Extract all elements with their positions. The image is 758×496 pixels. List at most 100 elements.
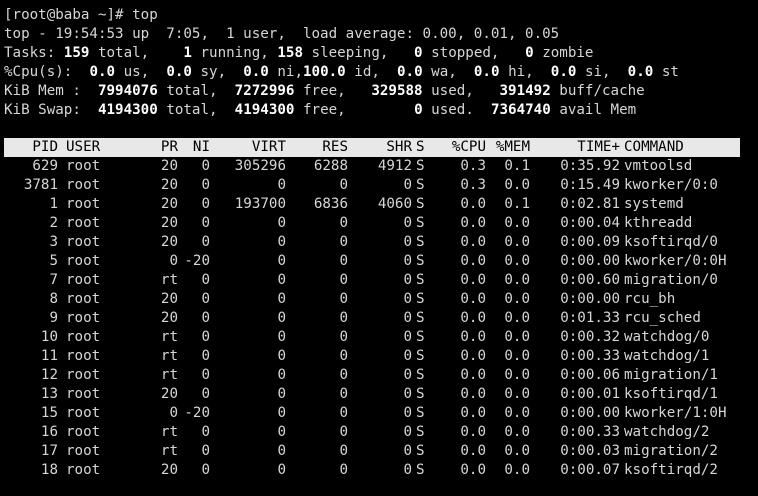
cell-pid: 16 bbox=[40, 424, 58, 440]
cell-time: 0:01.33 bbox=[560, 310, 620, 326]
mem-line: KiB Mem : 7994076 total, 7272996 free, 3… bbox=[4, 83, 645, 99]
cell-cpu: 0.0 bbox=[460, 196, 486, 212]
header-s: S bbox=[416, 139, 425, 155]
process-row: 8 root 20 0 0 0 0 S 0.0 0.0 0:00.00 rcu_bh bbox=[4, 290, 740, 309]
cell-res: 0 bbox=[339, 329, 348, 345]
cell-pid: 18 bbox=[40, 462, 58, 478]
cell-shr: 0 bbox=[403, 405, 412, 421]
header-ni: NI bbox=[192, 139, 210, 155]
uptime-line: top - 19:54:53 up 7:05, 1 user, load ave… bbox=[4, 26, 560, 42]
cell-virt: 0 bbox=[277, 177, 286, 193]
cell-time: 0:15.49 bbox=[560, 177, 620, 193]
cell-res: 6288 bbox=[313, 158, 348, 174]
cell-res: 0 bbox=[339, 405, 348, 421]
cell-virt: 0 bbox=[277, 215, 286, 231]
cell-res: 0 bbox=[339, 424, 348, 440]
cell-pid: 629 bbox=[32, 158, 58, 174]
cell-res: 0 bbox=[339, 348, 348, 364]
cell-pid: 5 bbox=[49, 253, 58, 269]
cell-ni: 0 bbox=[201, 291, 210, 307]
cell-pr: 20 bbox=[160, 158, 178, 174]
cell-user: root bbox=[66, 196, 101, 212]
cell-ni: 0 bbox=[201, 424, 210, 440]
cell-time: 0:00.00 bbox=[560, 291, 620, 307]
cell-s: S bbox=[416, 177, 425, 193]
tasks-line: Tasks: 159 total, 1 running, 158 sleepin… bbox=[4, 45, 594, 61]
cell-s: S bbox=[416, 196, 425, 212]
cell-time: 0:00.09 bbox=[560, 234, 620, 250]
cell-command: systemd bbox=[624, 196, 684, 212]
cell-command: ksoftirqd/0 bbox=[624, 234, 718, 250]
cell-res: 0 bbox=[339, 386, 348, 402]
cell-pr: rt bbox=[160, 367, 178, 383]
header-cpu: %CPU bbox=[451, 139, 486, 155]
cell-time: 0:00.33 bbox=[560, 348, 620, 364]
process-row: 3781 root 20 0 0 0 0 S 0.3 0.0 0:15.49 kworker/0:0 bbox=[4, 176, 740, 195]
cell-pid: 9 bbox=[49, 310, 58, 326]
cell-shr: 0 bbox=[403, 386, 412, 402]
process-row: 15 root 0 -20 0 0 0 S 0.0 0.0 0:00.00 kworker/1:0H bbox=[4, 404, 740, 423]
cell-mem: 0.1 bbox=[504, 158, 530, 174]
cell-res: 0 bbox=[339, 234, 348, 250]
cell-res: 6836 bbox=[313, 196, 348, 212]
cell-mem: 0.0 bbox=[504, 215, 530, 231]
shell-prompt: [root@baba ~]# top bbox=[4, 7, 158, 23]
cell-s: S bbox=[416, 462, 425, 478]
cell-cpu: 0.0 bbox=[460, 443, 486, 459]
cell-virt: 0 bbox=[277, 329, 286, 345]
cell-cpu: 0.0 bbox=[460, 215, 486, 231]
cell-command: watchdog/0 bbox=[624, 329, 710, 345]
cell-user: root bbox=[66, 348, 101, 364]
cell-user: root bbox=[66, 462, 101, 478]
cell-s: S bbox=[416, 158, 425, 174]
cell-virt: 0 bbox=[277, 367, 286, 383]
cell-cpu: 0.0 bbox=[460, 329, 486, 345]
cell-ni: -20 bbox=[184, 253, 210, 269]
cell-pr: 20 bbox=[160, 177, 178, 193]
cell-shr: 4060 bbox=[377, 196, 412, 212]
cell-time: 0:00.00 bbox=[560, 405, 620, 421]
cell-user: root bbox=[66, 291, 101, 307]
cell-res: 0 bbox=[339, 272, 348, 288]
process-row: 3 root 20 0 0 0 0 S 0.0 0.0 0:00.09 ksoftirqd/0 bbox=[4, 233, 740, 252]
cell-shr: 0 bbox=[403, 367, 412, 383]
cell-pr: 20 bbox=[160, 234, 178, 250]
cell-virt: 0 bbox=[277, 291, 286, 307]
cell-ni: 0 bbox=[201, 348, 210, 364]
cell-pr: 0 bbox=[169, 405, 178, 421]
process-table-header[interactable]: PID USER PR NI VIRT RES SHR S %CPU %MEM … bbox=[4, 138, 740, 157]
cell-command: watchdog/1 bbox=[624, 348, 710, 364]
terminal-window[interactable]: [root@baba ~]# top top - 19:54:53 up 7:0… bbox=[0, 0, 758, 496]
cell-command: kworker/1:0H bbox=[624, 405, 727, 421]
cell-shr: 0 bbox=[403, 253, 412, 269]
cell-virt: 0 bbox=[277, 253, 286, 269]
cell-ni: 0 bbox=[201, 177, 210, 193]
cell-pr: 20 bbox=[160, 310, 178, 326]
cell-pr: rt bbox=[160, 329, 178, 345]
process-row: 2 root 20 0 0 0 0 S 0.0 0.0 0:00.04 kthreadd bbox=[4, 214, 740, 233]
cell-command: watchdog/2 bbox=[624, 424, 710, 440]
cell-pr: rt bbox=[160, 272, 178, 288]
cell-s: S bbox=[416, 291, 425, 307]
cell-command: rcu_bh bbox=[624, 291, 676, 307]
cell-pr: 20 bbox=[160, 462, 178, 478]
cell-cpu: 0.0 bbox=[460, 291, 486, 307]
cell-mem: 0.0 bbox=[504, 272, 530, 288]
cell-pr: 20 bbox=[160, 215, 178, 231]
cell-command: migration/2 bbox=[624, 443, 718, 459]
cell-mem: 0.0 bbox=[504, 329, 530, 345]
cell-s: S bbox=[416, 310, 425, 326]
cell-user: root bbox=[66, 234, 101, 250]
cell-command: rcu_sched bbox=[624, 310, 701, 326]
cell-shr: 4912 bbox=[377, 158, 412, 174]
cell-time: 0:00.01 bbox=[560, 386, 620, 402]
cell-ni: 0 bbox=[201, 196, 210, 212]
cell-shr: 0 bbox=[403, 462, 412, 478]
cell-user: root bbox=[66, 215, 101, 231]
header-pr: PR bbox=[160, 139, 178, 155]
cell-cpu: 0.3 bbox=[460, 177, 486, 193]
cell-cpu: 0.0 bbox=[460, 234, 486, 250]
process-row: 17 root rt 0 0 0 0 S 0.0 0.0 0:00.03 migration/2 bbox=[4, 442, 740, 461]
cell-virt: 0 bbox=[277, 272, 286, 288]
cell-time: 0:00.60 bbox=[560, 272, 620, 288]
